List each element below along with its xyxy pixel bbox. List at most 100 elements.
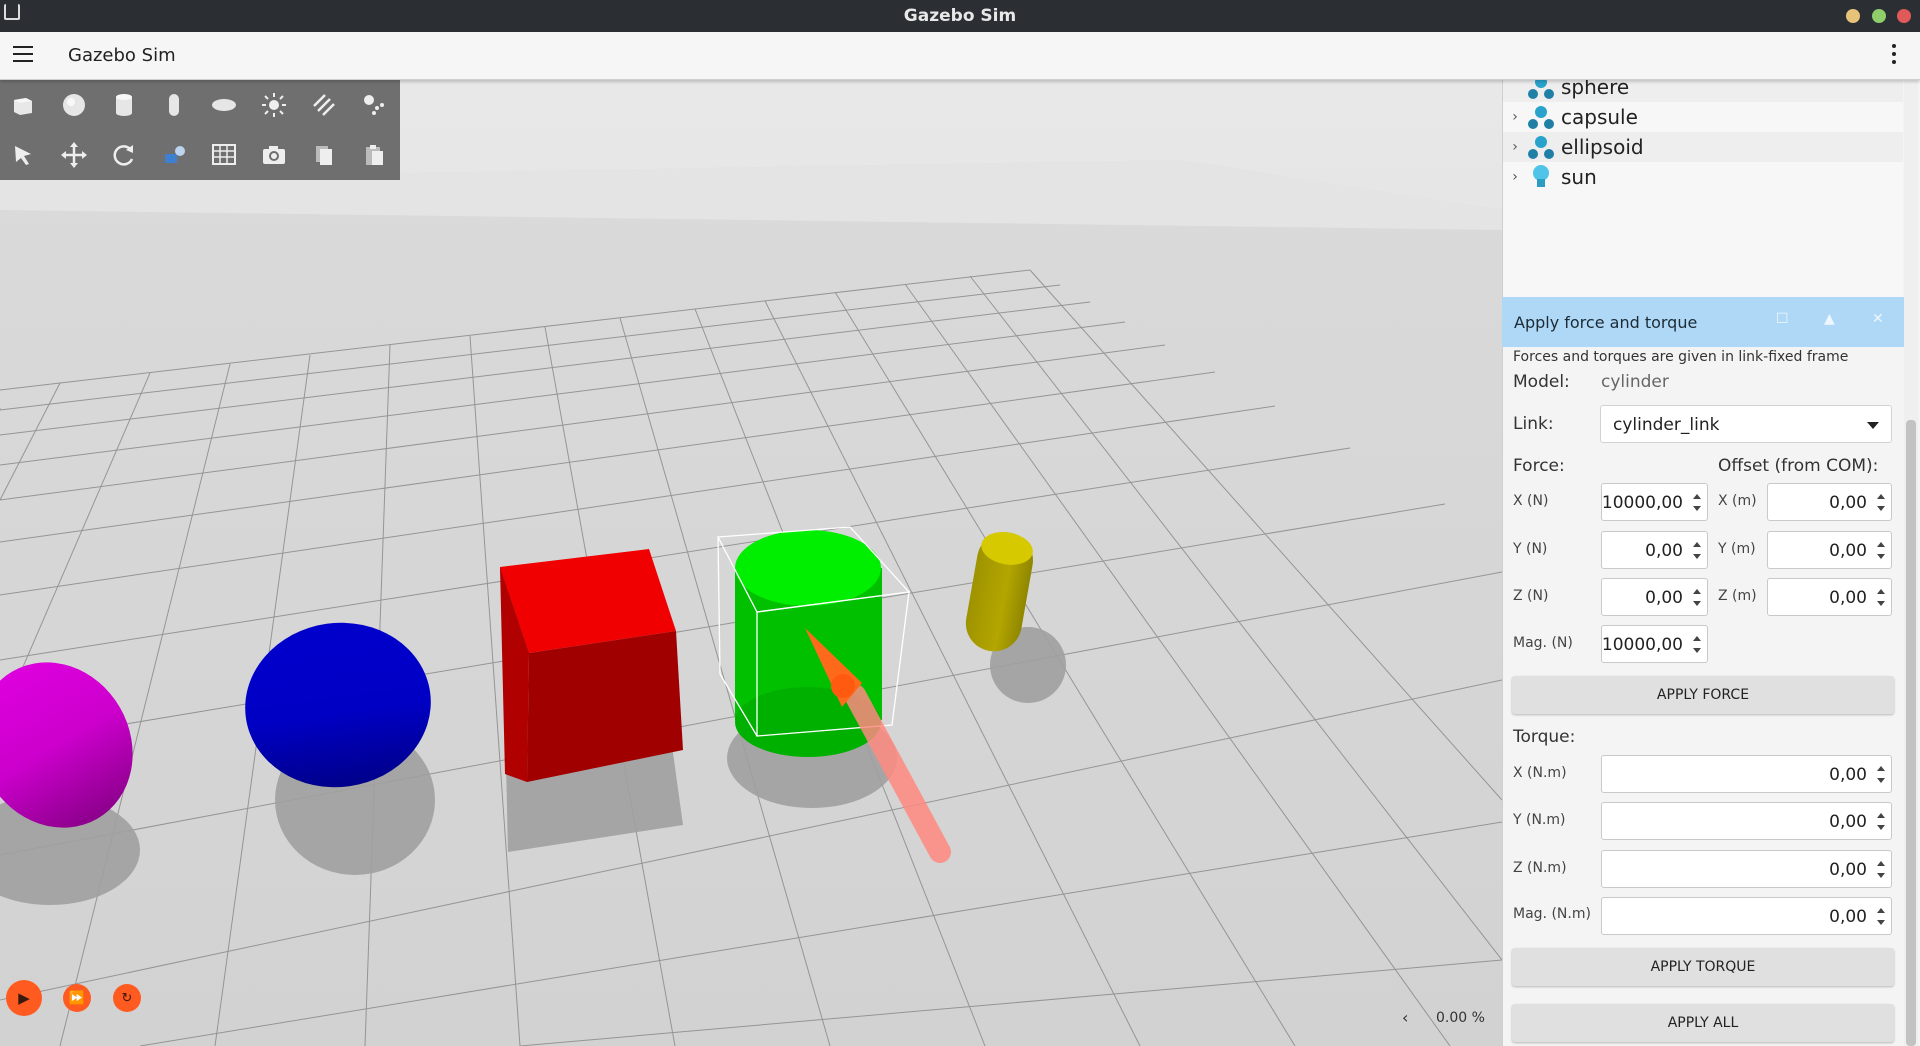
apply-all-button[interactable]: APPLY ALL (1512, 1004, 1894, 1042)
plugin-title: Apply force and torque (1514, 313, 1698, 332)
tree-item-label: ellipsoid (1561, 135, 1644, 159)
torque-z-spinbox[interactable]: 0,00 (1601, 850, 1892, 888)
maximize-button[interactable] (1872, 9, 1886, 23)
app-header: Gazebo Sim (0, 32, 1920, 80)
link-label: Link: (1513, 414, 1554, 434)
force-y-value: 0,00 (1645, 541, 1683, 561)
offset-y-value: 0,00 (1829, 541, 1867, 561)
torque-x-spinbox[interactable]: 0,00 (1601, 755, 1892, 793)
force-x-label: X (N) (1513, 493, 1549, 509)
select-icon[interactable] (6, 138, 40, 172)
os-titlebar: Gazebo Sim (0, 0, 1920, 32)
translate-icon[interactable] (57, 138, 91, 172)
offset-x-label: X (m) (1718, 493, 1757, 509)
collapse-icon[interactable]: ▲ (1824, 311, 1835, 327)
torque-y-value: 0,00 (1829, 812, 1867, 832)
torque-z-label: Z (N.m) (1513, 860, 1567, 876)
play-button[interactable]: ▶ (6, 980, 42, 1016)
box-model (500, 549, 683, 782)
tree-item-label: capsule (1561, 105, 1638, 129)
tree-item-capsule[interactable]: › capsule (1503, 102, 1903, 132)
model-icon (1527, 104, 1555, 130)
link-select-value: cylinder_link (1613, 415, 1720, 435)
torque-x-label: X (N.m) (1513, 765, 1567, 781)
copy-icon[interactable] (307, 138, 341, 172)
force-z-value: 0,00 (1645, 588, 1683, 608)
box-icon[interactable] (6, 88, 40, 122)
force-z-spinbox[interactable]: 0,00 (1601, 578, 1708, 616)
undock-icon[interactable]: ☐ (1776, 311, 1789, 327)
offset-x-spinbox[interactable]: 0,00 (1767, 483, 1892, 521)
more-options-icon[interactable] (1890, 44, 1898, 68)
torque-y-spinbox[interactable]: 0,00 (1601, 802, 1892, 840)
offset-x-value: 0,00 (1829, 493, 1867, 513)
force-y-spinbox[interactable]: 0,00 (1601, 531, 1708, 569)
tree-item-sun[interactable]: › sun (1503, 162, 1903, 192)
cylinder-icon[interactable] (107, 88, 141, 122)
apply-force-button[interactable]: APPLY FORCE (1512, 676, 1894, 714)
real-time-factor: 0.00 % (1436, 1010, 1485, 1026)
grid-icon[interactable] (207, 138, 241, 172)
link-select[interactable]: cylinder_link (1600, 405, 1892, 443)
force-x-spinbox[interactable]: 10000,00 (1601, 483, 1708, 521)
camera-icon[interactable] (257, 138, 291, 172)
fast-forward-icon: ⏩ (68, 990, 86, 1006)
directional-light-icon[interactable] (307, 88, 341, 122)
force-mag-spinbox[interactable]: 10000,00 (1601, 625, 1708, 663)
tree-item-ellipsoid[interactable]: › ellipsoid (1503, 132, 1903, 162)
apply-torque-button[interactable]: APPLY TORQUE (1512, 948, 1894, 986)
close-icon[interactable]: ✕ (1872, 311, 1884, 327)
force-mag-label: Mag. (N) (1513, 635, 1573, 651)
torque-mag-spinbox[interactable]: 0,00 (1601, 897, 1892, 935)
ellipsoid-icon[interactable] (207, 88, 241, 122)
scene-3d-viewport[interactable] (0, 80, 1502, 1046)
chevron-right-icon[interactable]: › (1503, 169, 1527, 185)
sun-icon[interactable] (257, 88, 291, 122)
reset-button[interactable]: ↻ (113, 984, 141, 1012)
plugin-header: Apply force and torque ☐ ▲ ✕ (1502, 297, 1904, 347)
model-value: cylinder (1601, 372, 1669, 392)
spot-light-icon[interactable] (357, 88, 391, 122)
transform-icon[interactable] (157, 138, 191, 172)
model-icon (1527, 134, 1555, 160)
entity-tree: sphere › capsule › ellipsoid › sun (1503, 72, 1903, 298)
play-icon: ▶ (18, 989, 30, 1007)
paste-icon[interactable] (357, 138, 391, 172)
panel-scrollbar-thumb[interactable] (1906, 420, 1916, 1046)
force-mag-value: 10000,00 (1601, 635, 1683, 655)
offset-z-spinbox[interactable]: 0,00 (1767, 578, 1892, 616)
sphere-icon[interactable] (57, 88, 91, 122)
chevron-right-icon[interactable]: › (1503, 109, 1527, 125)
rotate-icon[interactable] (107, 138, 141, 172)
offset-z-label: Z (m) (1718, 588, 1757, 604)
torque-label: Torque: (1513, 727, 1576, 747)
menu-icon[interactable] (13, 46, 33, 64)
minimize-button[interactable] (1846, 9, 1860, 23)
torque-z-value: 0,00 (1829, 860, 1867, 880)
force-label: Force: (1513, 456, 1565, 476)
capsule-icon[interactable] (157, 88, 191, 122)
light-bulb-icon (1527, 164, 1555, 190)
force-x-value: 10000,00 (1601, 493, 1683, 513)
reset-icon: ↻ (121, 990, 133, 1006)
force-z-label: Z (N) (1513, 588, 1549, 604)
offset-z-value: 0,00 (1829, 588, 1867, 608)
torque-mag-label: Mag. (N.m) (1513, 906, 1591, 922)
chevron-right-icon[interactable]: › (1503, 139, 1527, 155)
torque-x-value: 0,00 (1829, 765, 1867, 785)
close-window-button[interactable] (1897, 9, 1911, 23)
offset-y-label: Y (m) (1718, 541, 1756, 557)
chevron-down-icon (1867, 422, 1879, 429)
torque-y-label: Y (N.m) (1513, 812, 1566, 828)
shapes-toolbar (0, 80, 400, 180)
step-button[interactable]: ⏩ (63, 984, 91, 1012)
tree-item-label: sun (1561, 165, 1597, 189)
frame-note: Forces and torques are given in link-fix… (1513, 349, 1849, 365)
window-title: Gazebo Sim (903, 6, 1017, 26)
app-title: Gazebo Sim (68, 45, 176, 66)
offset-y-spinbox[interactable]: 0,00 (1767, 531, 1892, 569)
offset-label: Offset (from COM): (1718, 456, 1879, 476)
torque-mag-value: 0,00 (1829, 907, 1867, 927)
model-label: Model: (1513, 372, 1570, 392)
chevron-left-icon[interactable]: ‹ (1402, 1008, 1408, 1027)
